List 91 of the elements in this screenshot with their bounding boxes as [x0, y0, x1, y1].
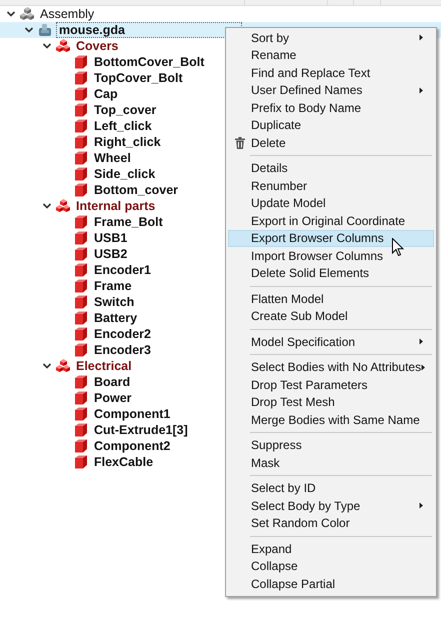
tree-item[interactable]: Cut-Extrude1[3]: [92, 423, 190, 437]
tree-item[interactable]: Electrical: [74, 359, 134, 373]
menu-item[interactable]: Rename: [228, 46, 434, 64]
tree-item[interactable]: Right_click: [92, 135, 163, 149]
cube-icon: [74, 71, 88, 85]
cube-icon: [74, 103, 88, 117]
tree-item[interactable]: Left_click: [92, 119, 154, 133]
cube-icon: [74, 151, 88, 165]
cube-icon: [74, 183, 88, 197]
cube-icon: [74, 343, 88, 357]
menu-item[interactable]: Export Browser Columns: [228, 230, 434, 247]
tree-item[interactable]: USB2: [92, 247, 130, 261]
tree-item[interactable]: Frame: [92, 279, 134, 293]
menu-item[interactable]: Create Sub Model: [228, 308, 434, 325]
cube-icon: [74, 263, 88, 277]
tree-item[interactable]: Board: [92, 375, 132, 389]
tree-item[interactable]: BottomCover_Bolt: [92, 55, 206, 69]
cube-icon: [74, 135, 88, 149]
cube-icon: [74, 407, 88, 421]
tree-item[interactable]: Top_cover: [92, 103, 158, 117]
menu-item[interactable]: Delete: [228, 134, 434, 152]
menu-item[interactable]: Import Browser Columns: [228, 247, 434, 264]
cube-icon: [74, 455, 88, 469]
menu-item[interactable]: Merge Bodies with Same Name: [228, 411, 434, 428]
chevron-down-icon[interactable]: [42, 201, 52, 211]
cubes-icon: [56, 39, 70, 53]
menu-item[interactable]: Select Body by Type: [228, 497, 434, 514]
cube-icon: [74, 391, 88, 405]
tree-item[interactable]: Component1: [92, 407, 172, 421]
tree-item[interactable]: Bottom_cover: [92, 183, 180, 197]
cube-icon: [74, 327, 88, 341]
chevron-down-icon[interactable]: [24, 25, 34, 35]
tree-item[interactable]: Wheel: [92, 151, 133, 165]
menu-item[interactable]: Export in Original Coordinate: [228, 212, 434, 230]
cubes-icon: [20, 7, 34, 21]
model-icon: [38, 23, 52, 37]
cube-icon: [74, 55, 88, 69]
tree-item[interactable]: Encoder2: [92, 327, 153, 341]
tree-item[interactable]: Side_click: [92, 167, 158, 181]
menu-item[interactable]: Collapse: [228, 558, 434, 575]
chevron-down-icon[interactable]: [6, 9, 16, 19]
tree-item[interactable]: Encoder1: [92, 263, 153, 277]
tree-item[interactable]: Switch: [92, 295, 136, 309]
tree-item[interactable]: TopCover_Bolt: [92, 71, 185, 85]
menu-item[interactable]: Delete Solid Elements: [228, 264, 434, 282]
tree-item[interactable]: Encoder3: [92, 343, 153, 357]
menu-item[interactable]: User Defined Names: [228, 82, 434, 99]
menu-item[interactable]: Drop Test Mesh: [228, 394, 434, 411]
menu-item[interactable]: Duplicate: [228, 116, 434, 134]
cube-icon: [74, 375, 88, 389]
cube-icon: [74, 119, 88, 133]
cubes-icon: [56, 199, 70, 213]
tree-item[interactable]: Covers: [74, 39, 120, 53]
chevron-down-icon[interactable]: [42, 41, 52, 51]
tree-item[interactable]: Component2: [92, 439, 172, 453]
cube-icon: [74, 247, 88, 261]
cube-icon: [74, 167, 88, 181]
cube-icon: [74, 279, 88, 293]
cube-icon: [74, 215, 88, 229]
menu-item[interactable]: Prefix to Body Name: [228, 99, 434, 116]
tree-item[interactable]: Assembly: [38, 7, 96, 21]
cube-icon: [74, 439, 88, 453]
menu-item[interactable]: Find and Replace Text: [228, 64, 434, 82]
menu-item[interactable]: Select Bodies with No Attributes: [228, 358, 434, 376]
cursor-icon: [392, 238, 404, 257]
menu-item[interactable]: Collapse Partial: [228, 575, 434, 592]
cube-icon: [74, 423, 88, 437]
cube-icon: [74, 231, 88, 245]
menu-item[interactable]: Flatten Model: [228, 290, 434, 308]
menu-item[interactable]: Mask: [228, 454, 434, 472]
menu-item[interactable]: Suppress: [228, 436, 434, 454]
tree-item[interactable]: Battery: [92, 311, 140, 325]
menu-item[interactable]: Details: [228, 160, 434, 177]
tree-item[interactable]: Cap: [92, 87, 120, 101]
menu-item[interactable]: Expand: [228, 540, 434, 558]
tree-item[interactable]: USB1: [92, 231, 130, 245]
tree-item[interactable]: Frame_Bolt: [92, 215, 165, 229]
cubes-icon: [56, 359, 70, 373]
menu-item[interactable]: Update Model: [228, 194, 434, 212]
menu-item[interactable]: Renumber: [228, 177, 434, 194]
tree-item[interactable]: Power: [92, 391, 134, 405]
chevron-down-icon[interactable]: [42, 361, 52, 371]
tree-item[interactable]: FlexCable: [92, 455, 156, 469]
cube-icon: [74, 295, 88, 309]
cube-icon: [74, 311, 88, 325]
menu-item[interactable]: Select by ID: [228, 480, 434, 497]
tree-item[interactable]: Internal parts: [74, 199, 158, 213]
menu-item[interactable]: Drop Test Parameters: [228, 376, 434, 394]
menu-item[interactable]: Model Specification: [228, 333, 434, 350]
cube-icon: [74, 87, 88, 101]
menu-item[interactable]: Set Random Color: [228, 514, 434, 532]
